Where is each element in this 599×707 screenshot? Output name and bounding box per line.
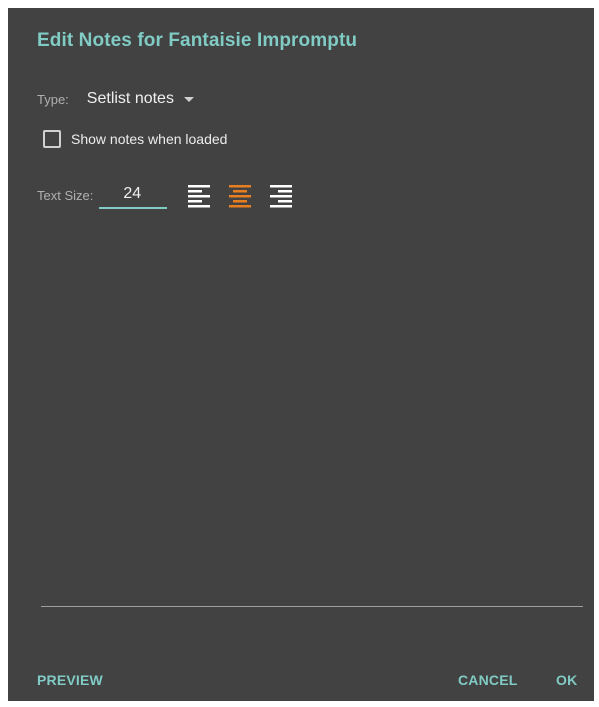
dropdown-arrow-icon xyxy=(183,96,194,102)
align-center-button[interactable] xyxy=(226,181,254,209)
text-size-label: Text Size: xyxy=(37,187,94,203)
ok-button[interactable]: OK xyxy=(556,672,577,688)
align-center-icon xyxy=(229,185,252,208)
align-right-button[interactable] xyxy=(267,181,295,209)
text-size-row: Text Size: xyxy=(37,180,308,210)
type-row: Type: Setlist notes xyxy=(37,88,194,110)
notes-editor-underline[interactable] xyxy=(41,606,583,607)
align-right-icon xyxy=(270,185,293,208)
type-label: Type: xyxy=(37,91,69,107)
text-size-input[interactable] xyxy=(99,181,168,209)
show-notes-checkbox[interactable] xyxy=(43,130,61,148)
cancel-button[interactable]: CANCEL xyxy=(458,672,518,688)
align-left-button[interactable] xyxy=(185,181,213,209)
type-dropdown[interactable]: Setlist notes xyxy=(87,90,194,108)
show-notes-checkbox-row[interactable]: Show notes when loaded xyxy=(43,129,227,149)
edit-notes-dialog: Edit Notes for Fantaisie Impromptu Type:… xyxy=(8,8,594,701)
align-left-icon xyxy=(188,185,211,208)
preview-button[interactable]: PREVIEW xyxy=(37,672,103,688)
type-selected-value: Setlist notes xyxy=(86,90,174,107)
dialog-title: Edit Notes for Fantaisie Impromptu xyxy=(37,30,358,51)
alignment-buttons xyxy=(185,181,308,209)
show-notes-label: Show notes when loaded xyxy=(71,131,228,147)
